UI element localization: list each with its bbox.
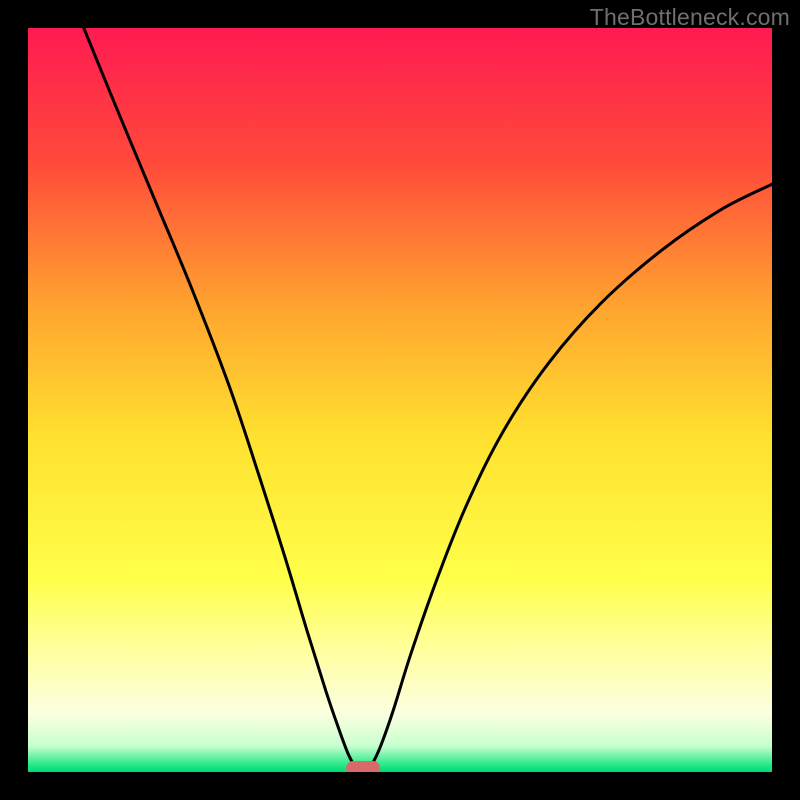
chart-frame: TheBottleneck.com — [0, 0, 800, 800]
curve-right-arm — [370, 184, 772, 767]
watermark-text: TheBottleneck.com — [590, 4, 790, 31]
plot-area — [28, 28, 772, 772]
bottleneck-curve — [28, 28, 772, 772]
minimum-marker — [346, 761, 380, 772]
curve-left-arm — [84, 28, 356, 768]
